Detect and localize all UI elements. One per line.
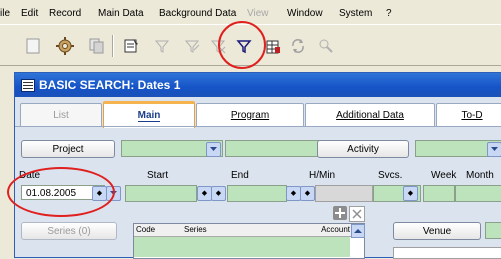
menu-help[interactable]: ? [386,8,392,19]
grid-header-account[interactable]: Account [316,224,352,237]
venue-button[interactable]: Venue [393,222,481,240]
venue-list[interactable] [393,247,501,259]
tab-additional-data-label: Additional Data [336,109,404,121]
start-spinner2-icon[interactable]: ◆ [211,186,226,201]
menu-edit[interactable]: Edit [21,8,38,19]
date-dropdown-icon[interactable] [106,186,121,201]
project-name-field[interactable] [225,140,319,157]
filter-disabled-icon[interactable] [151,35,173,57]
end-spinner-icon[interactable]: ◆ [286,186,301,201]
form-icon[interactable] [120,35,142,57]
series-grid[interactable]: Code Series Account [133,223,365,259]
hmin-field [315,185,373,202]
activity-button[interactable]: Activity [317,140,409,158]
hmin-label: H/Min [309,170,336,181]
tab-main-label: Main [137,110,161,122]
month-label: Month [466,170,494,181]
menu-main-data[interactable]: Main Data [98,8,144,19]
tab-divider [15,126,501,127]
new-record-icon[interactable] [22,35,44,57]
filter-edit-disabled-icon[interactable] [181,35,203,57]
series-button[interactable]: Series (0) [21,222,117,240]
filter-table-icon[interactable] [262,35,284,57]
week-label: Week [431,170,457,181]
remove-series-icon[interactable] [349,206,365,222]
end-field[interactable] [227,185,287,202]
grid-header-code[interactable]: Code [134,224,182,237]
grid-header-series[interactable]: Series [182,224,316,237]
end-label: End [231,170,249,181]
start-field[interactable] [125,185,197,202]
end-spinner2-icon[interactable]: ◆ [300,186,315,201]
venue-field[interactable] [485,222,501,239]
menu-system[interactable]: System [339,8,372,19]
tab-to-do[interactable]: To-D [436,103,501,126]
tab-list-label: List [53,109,69,121]
grid-scroll-up-icon[interactable] [351,224,365,238]
project-field[interactable] [121,140,223,157]
tab-additional-data[interactable]: Additional Data [305,103,435,126]
activity-field[interactable] [415,140,501,157]
menu-window[interactable]: Window [287,8,323,19]
filter-icon[interactable] [233,35,255,57]
project-dropdown-icon[interactable] [206,142,221,157]
menu-bar: ile Edit Record Main Data Background Dat… [0,0,501,22]
settings-gear-icon[interactable] [54,35,76,57]
copy-icon[interactable] [86,35,108,57]
window-icon [21,79,35,92]
refresh-icon[interactable] [287,35,309,57]
activity-dropdown-icon[interactable] [487,142,501,157]
tab-main[interactable]: Main [103,101,195,128]
month-field[interactable] [455,185,501,202]
svcs-spinner-icon[interactable]: ◆ [403,186,418,201]
grid-empty-row [134,237,350,257]
project-button[interactable]: Project [21,140,115,158]
menu-record[interactable]: Record [49,8,81,19]
start-spinner-icon[interactable]: ◆ [197,186,212,201]
tab-program-label: Program [230,109,270,121]
basic-search-window: BASIC SEARCH: Dates 1 List Main Program … [7,72,501,259]
menu-file[interactable]: ile [0,8,10,19]
toolbar-separator [112,35,114,57]
window-titlebar: BASIC SEARCH: Dates 1 [15,73,501,97]
add-series-icon[interactable] [333,206,347,220]
week-field[interactable] [423,185,455,202]
menu-background-data[interactable]: Background Data [159,8,236,19]
date-spinner-icon[interactable]: ◆ [92,186,107,201]
date-label: Date [19,170,41,181]
tab-list[interactable]: List [20,103,102,126]
menu-view[interactable]: View [247,8,269,19]
tab-program[interactable]: Program [196,103,304,126]
filter-clear-disabled-icon[interactable] [207,35,229,57]
lookup-icon[interactable] [315,35,337,57]
svcs-label: Svcs. [378,170,403,181]
toolbar [0,21,501,69]
tab-to-do-label: To-D [461,109,483,121]
window-title: BASIC SEARCH: Dates 1 [39,78,181,92]
svcs-field[interactable]: ◆ [373,185,421,202]
start-label: Start [147,170,169,181]
